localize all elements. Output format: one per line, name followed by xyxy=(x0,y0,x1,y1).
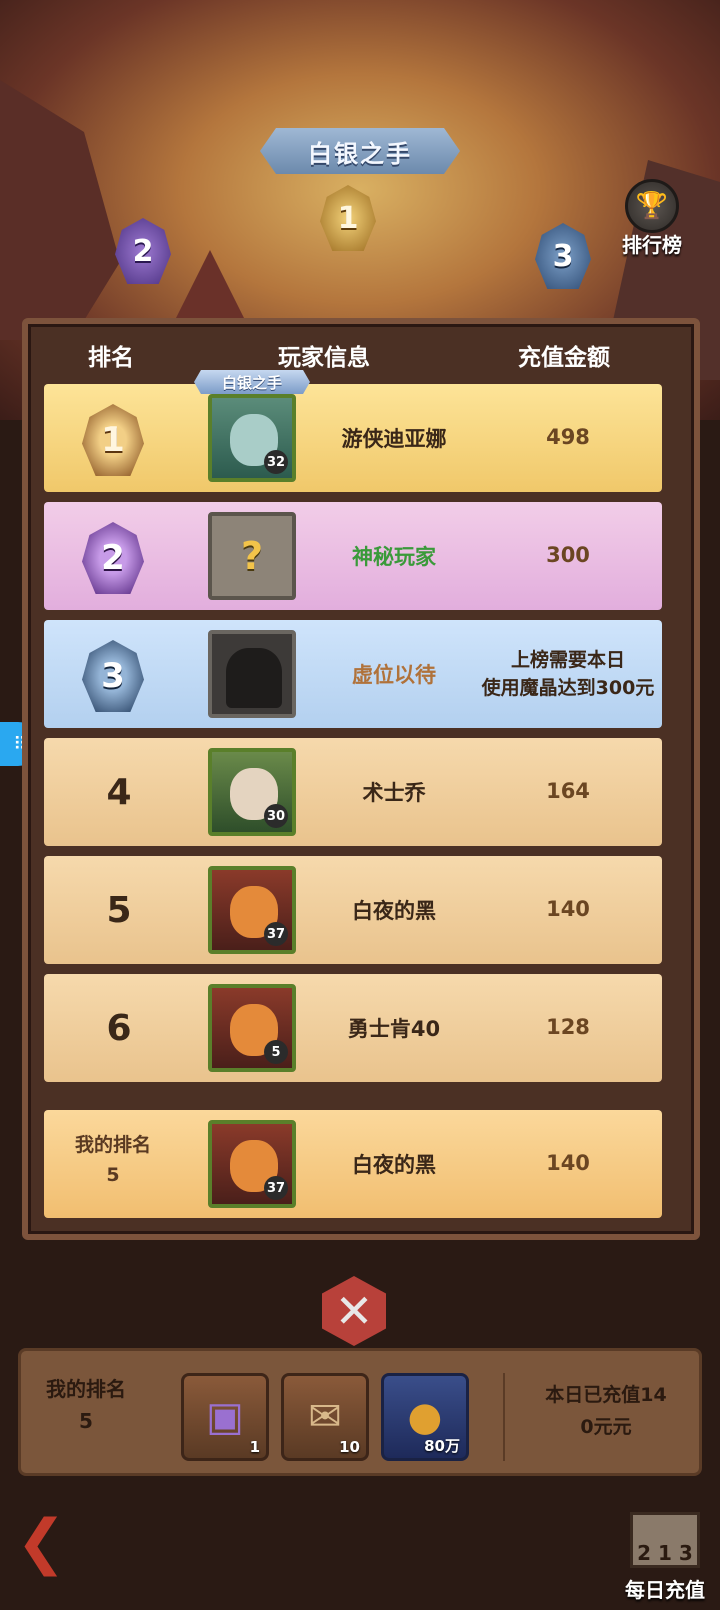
player-name: 游侠迪亚娜 xyxy=(341,427,447,451)
question-mark-icon: ? xyxy=(240,534,264,578)
back-button[interactable]: ❮ xyxy=(16,1507,128,1577)
recharge-amount: 164 xyxy=(546,779,590,804)
daily-recharge-button[interactable]: 2 1 3 每日充值 xyxy=(616,1506,720,1606)
requirement-note: 上榜需要本日 使用魔晶达到300元 xyxy=(474,620,662,728)
player-avatar[interactable]: 30 xyxy=(208,748,296,836)
level-badge: 37 xyxy=(264,922,288,946)
my-recharge-amount: 140 xyxy=(546,1151,590,1176)
recharge-amount: 140 xyxy=(546,897,590,922)
item-count: 80万 xyxy=(424,1437,460,1455)
daily-recharge-label: 每日充值 xyxy=(625,1578,705,1602)
bottom-nav: ❮ 2 1 3 每日充值 xyxy=(0,1484,720,1610)
trophy-icon: 🏆 xyxy=(625,179,679,233)
rank-number: 5 xyxy=(106,889,132,931)
empty-avatar xyxy=(208,630,296,718)
requirement-line-1: 上榜需要本日 xyxy=(510,648,625,671)
reward-my-rank: 我的排名 5 xyxy=(31,1373,141,1437)
today-recharge-status: 本日已充值14 0元元 xyxy=(521,1379,691,1444)
player-name: 勇士肯40 xyxy=(347,1017,441,1041)
player-name: 神秘玩家 xyxy=(352,545,436,569)
reward-item-scroll[interactable]: ✉ 10 xyxy=(281,1373,369,1461)
recharge-amount: 300 xyxy=(546,543,590,568)
table-row[interactable]: 3 虚位以待 上榜需要本日 使用魔晶达到300元 xyxy=(44,620,662,728)
level-badge: 30 xyxy=(264,804,288,828)
table-row[interactable]: 1 白银之手 32 游侠迪亚娜 498 xyxy=(44,370,662,492)
reward-my-rank-label: 我的排名 xyxy=(46,1377,126,1401)
my-rank-row[interactable]: 我的排名 5 37 白夜的黑 140 xyxy=(44,1110,662,1218)
header-recharge-amount: 充值金额 xyxy=(518,345,610,371)
rank-medal-1: 1 xyxy=(82,404,144,476)
divider xyxy=(503,1373,505,1461)
player-name: 虚位以待 xyxy=(352,663,436,687)
reward-item-card-pack[interactable]: ▣ 1 xyxy=(181,1373,269,1461)
level-badge: 5 xyxy=(264,1040,288,1064)
today-line-1: 本日已充值14 xyxy=(545,1384,667,1406)
close-icon: ✕ xyxy=(334,1284,374,1338)
level-badge: 37 xyxy=(264,1176,288,1200)
rank-medal-2: 2 xyxy=(82,522,144,594)
mystery-avatar[interactable]: ? xyxy=(208,512,296,600)
recharge-amount: 498 xyxy=(546,425,590,450)
rank-number: 6 xyxy=(106,1007,132,1049)
rank-number: 4 xyxy=(106,771,132,813)
recharge-amount: 128 xyxy=(546,1015,590,1040)
my-rank-value: 5 xyxy=(106,1164,120,1187)
rank-medal-3: 3 xyxy=(82,640,144,712)
leaderboard-label: 排行榜 xyxy=(622,233,682,257)
table-row[interactable]: 6 5 勇士肯40 128 xyxy=(44,974,662,1082)
player-avatar[interactable]: 37 xyxy=(208,866,296,954)
header-rank: 排名 xyxy=(88,345,134,371)
level-badge: 32 xyxy=(264,450,288,474)
podium-icon: 2 1 3 xyxy=(630,1512,700,1568)
silhouette-icon xyxy=(226,648,282,708)
my-rank-label: 我的排名 5 xyxy=(58,1130,168,1191)
my-avatar[interactable]: 37 xyxy=(208,1120,296,1208)
my-rank-text: 我的排名 xyxy=(74,1134,151,1156)
reward-bar: 我的排名 5 ▣ 1 ✉ 10 ● 80万 本日已充值14 0元元 xyxy=(18,1348,702,1476)
reward-item-gold-coin[interactable]: ● 80万 xyxy=(381,1373,469,1461)
player-name: 白夜的黑 xyxy=(352,899,436,923)
table-row[interactable]: 4 30 术士乔 164 xyxy=(44,738,662,846)
my-player-name: 白夜的黑 xyxy=(352,1153,436,1177)
item-count: 10 xyxy=(339,1438,360,1456)
player-name: 术士乔 xyxy=(362,781,426,805)
back-arrow-icon: ❮ xyxy=(16,1507,67,1577)
player-avatar[interactable]: 32 xyxy=(208,394,296,482)
today-line-2: 0元元 xyxy=(580,1416,632,1439)
header-player-info: 玩家信息 xyxy=(278,345,370,371)
reward-my-rank-value: 5 xyxy=(79,1409,93,1433)
item-count: 1 xyxy=(249,1438,260,1456)
player-title-tag: 白银之手 xyxy=(194,370,310,394)
ranking-panel: 排名 玩家信息 充值金额 1 白银之手 32 游侠迪亚娜 498 2 ? 神秘玩… xyxy=(22,318,700,1240)
player-avatar[interactable]: 5 xyxy=(208,984,296,1072)
close-button[interactable]: ✕ xyxy=(322,1276,386,1346)
guild-title-banner: 白银之手 xyxy=(260,128,460,174)
rock-left xyxy=(0,80,120,340)
leaderboard-button[interactable]: 🏆 排行榜 xyxy=(612,178,692,258)
requirement-line-2: 使用魔晶达到300元 xyxy=(481,677,655,699)
table-row[interactable]: 5 37 白夜的黑 140 xyxy=(44,856,662,964)
table-row[interactable]: 2 ? 神秘玩家 300 xyxy=(44,502,662,610)
column-headers: 排名 玩家信息 充值金额 xyxy=(28,338,694,378)
